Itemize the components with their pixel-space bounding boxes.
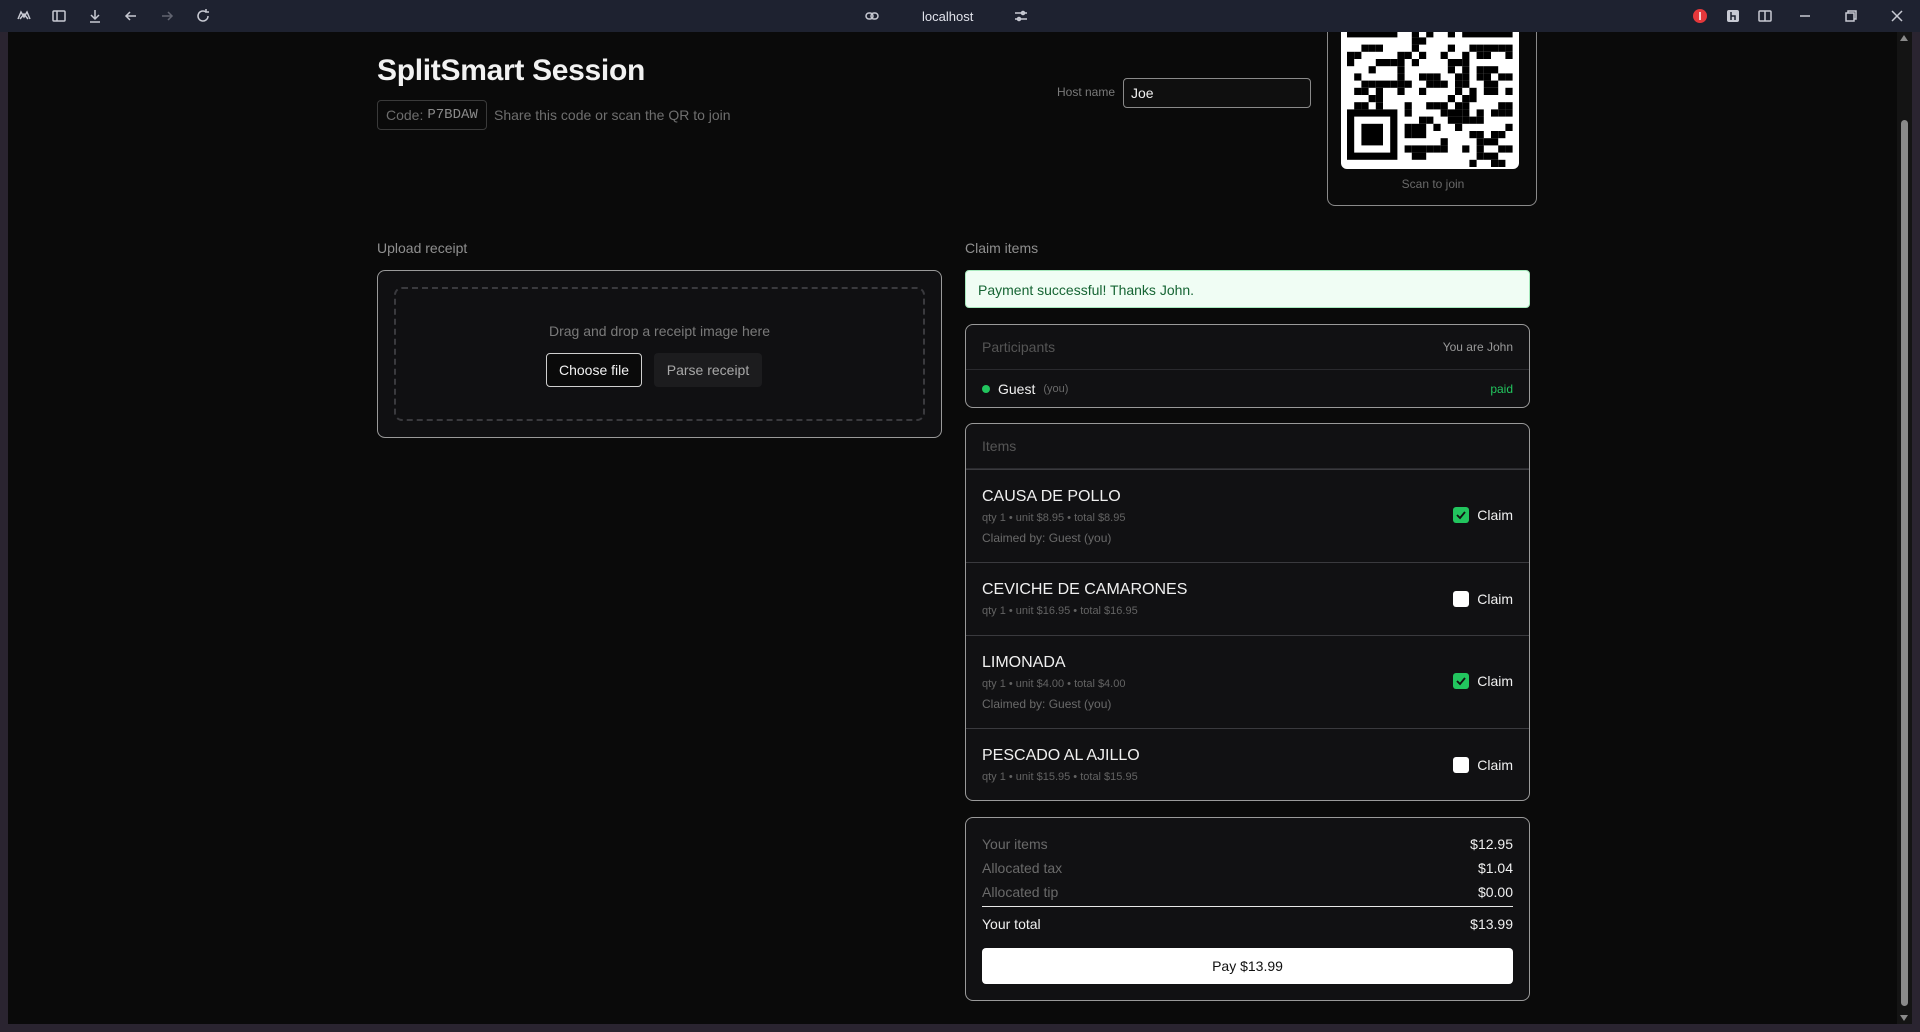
reload-icon[interactable] bbox=[195, 8, 211, 24]
address-bar-url[interactable]: localhost bbox=[922, 9, 973, 24]
claim-checkbox[interactable]: Claim bbox=[1453, 591, 1513, 607]
page-title: SplitSmart Session bbox=[377, 54, 646, 87]
total-label: Your total bbox=[982, 916, 1041, 932]
item-claimed-by: Claimed by: Guest (you) bbox=[982, 697, 1112, 711]
scroll-down-icon[interactable] bbox=[1900, 1015, 1908, 1021]
tax-row: Allocated tax $1.04 bbox=[982, 860, 1513, 876]
link-icon[interactable] bbox=[864, 8, 880, 24]
claim-checkbox[interactable]: Claim bbox=[1453, 673, 1513, 689]
participants-heading: Participants bbox=[982, 339, 1056, 355]
item-name: PESCADO AL AJILLO bbox=[982, 747, 1140, 764]
qr-code bbox=[1341, 32, 1519, 169]
your-items-row: Your items $12.95 bbox=[982, 836, 1513, 852]
tip-label: Allocated tip bbox=[982, 884, 1059, 900]
dropzone-text: Drag and drop a receipt image here bbox=[548, 323, 771, 339]
pay-button[interactable]: Pay $13.99 bbox=[982, 948, 1513, 984]
choose-file-button[interactable]: Choose file bbox=[546, 353, 642, 387]
session-code-value: P7BDAW bbox=[427, 107, 478, 123]
qr-card: Scan to join bbox=[1327, 32, 1537, 206]
items-heading: Items bbox=[982, 438, 1017, 454]
participant-name: Guest bbox=[998, 380, 1036, 397]
session-code-hint: Share this code or scan the QR to join bbox=[494, 107, 731, 123]
sidebar-toggle-icon[interactable] bbox=[51, 8, 67, 24]
item-meta: qty 1 • unit $4.00 • total $4.00 bbox=[982, 678, 1126, 690]
your-items-value: $12.95 bbox=[1470, 836, 1513, 852]
site-settings-icon[interactable] bbox=[1013, 8, 1029, 24]
extension-red-icon[interactable] bbox=[1692, 8, 1708, 24]
items-card: Items CAUSA DE POLLO qty 1 • unit $8.95 … bbox=[965, 423, 1530, 801]
checkbox-checked-icon[interactable] bbox=[1453, 507, 1470, 523]
scrollbar-thumb[interactable] bbox=[1901, 120, 1908, 1006]
payment-summary-card: Your items $12.95 Allocated tax $1.04 Al… bbox=[965, 817, 1530, 1001]
scroll-up-icon[interactable] bbox=[1900, 35, 1908, 41]
scrollbar[interactable] bbox=[1897, 32, 1912, 1024]
receipt-dropzone[interactable]: Drag and drop a receipt image here Choos… bbox=[394, 287, 925, 421]
summary-divider bbox=[982, 906, 1513, 907]
item-claimed-by: Claimed by: Guest (you) bbox=[982, 531, 1112, 545]
tax-value: $1.04 bbox=[1477, 860, 1513, 876]
list-item: CAUSA DE POLLO qty 1 • unit $8.95 • tota… bbox=[966, 469, 1529, 562]
list-item: LIMONADA qty 1 • unit $4.00 • total $4.0… bbox=[966, 635, 1529, 728]
checkbox-unchecked-icon[interactable] bbox=[1453, 591, 1470, 607]
participant-paid-status: paid bbox=[1490, 381, 1513, 396]
participant-you-tag: (you) bbox=[1043, 382, 1069, 395]
browser-toolbar: localhost bbox=[0, 0, 1920, 32]
session-code-label: Code: bbox=[386, 107, 424, 123]
host-name-input[interactable] bbox=[1123, 78, 1311, 108]
host-name-label: Host name bbox=[1057, 85, 1116, 99]
item-name: CAUSA DE POLLO bbox=[982, 488, 1121, 505]
claim-label: Claim bbox=[1477, 757, 1513, 773]
claim-section-label: Claim items bbox=[965, 240, 1039, 256]
total-row: Your total $13.99 bbox=[982, 916, 1513, 932]
payment-success-alert: Payment successful! Thanks John. bbox=[965, 270, 1530, 308]
browser-logo-icon[interactable] bbox=[16, 8, 32, 24]
session-code-badge: Code: P7BDAW bbox=[377, 100, 487, 130]
extension-h-icon[interactable] bbox=[1725, 8, 1741, 24]
tax-label: Allocated tax bbox=[982, 860, 1063, 876]
item-meta: qty 1 • unit $8.95 • total $8.95 bbox=[982, 512, 1126, 524]
split-view-icon[interactable] bbox=[1757, 8, 1773, 24]
claim-label: Claim bbox=[1477, 673, 1513, 689]
your-items-label: Your items bbox=[982, 836, 1048, 852]
checkbox-checked-icon[interactable] bbox=[1453, 673, 1470, 689]
item-meta: qty 1 • unit $16.95 • total $16.95 bbox=[982, 605, 1138, 617]
current-user-label: You are John bbox=[1442, 340, 1513, 354]
claim-checkbox[interactable]: Claim bbox=[1453, 757, 1513, 773]
online-status-icon bbox=[982, 384, 990, 393]
participants-header: Participants You are John bbox=[966, 325, 1529, 370]
item-name: CEVICHE DE CAMARONES bbox=[982, 581, 1188, 598]
upload-card: Drag and drop a receipt image here Choos… bbox=[377, 270, 942, 438]
minimize-icon[interactable] bbox=[1797, 8, 1813, 24]
item-name: LIMONADA bbox=[982, 654, 1066, 671]
checkbox-unchecked-icon[interactable] bbox=[1453, 757, 1470, 773]
item-meta: qty 1 • unit $15.95 • total $15.95 bbox=[982, 771, 1138, 783]
close-window-icon[interactable] bbox=[1889, 8, 1905, 24]
restore-icon[interactable] bbox=[1843, 8, 1859, 24]
upload-section-label: Upload receipt bbox=[377, 240, 468, 256]
qr-caption: Scan to join bbox=[1401, 177, 1465, 191]
participants-card: Participants You are John Guest (you) pa… bbox=[965, 324, 1530, 408]
claim-label: Claim bbox=[1477, 507, 1513, 523]
items-header: Items bbox=[966, 424, 1529, 469]
list-item: CEVICHE DE CAMARONES qty 1 • unit $16.95… bbox=[966, 562, 1529, 635]
participant-row: Guest (you) paid bbox=[966, 370, 1529, 407]
parse-receipt-button[interactable]: Parse receipt bbox=[654, 353, 762, 387]
total-value: $13.99 bbox=[1470, 916, 1513, 932]
list-item: PESCADO AL AJILLO qty 1 • unit $15.95 • … bbox=[966, 728, 1529, 801]
tip-row: Allocated tip $0.00 bbox=[982, 884, 1513, 900]
back-arrow-icon[interactable] bbox=[123, 8, 139, 24]
tip-value: $0.00 bbox=[1477, 884, 1513, 900]
forward-arrow-icon[interactable] bbox=[159, 8, 175, 24]
claim-label: Claim bbox=[1477, 591, 1513, 607]
page-viewport: SplitSmart Session Code: P7BDAW Share th… bbox=[8, 32, 1897, 1024]
download-icon[interactable] bbox=[87, 8, 103, 24]
claim-checkbox[interactable]: Claim bbox=[1453, 507, 1513, 523]
